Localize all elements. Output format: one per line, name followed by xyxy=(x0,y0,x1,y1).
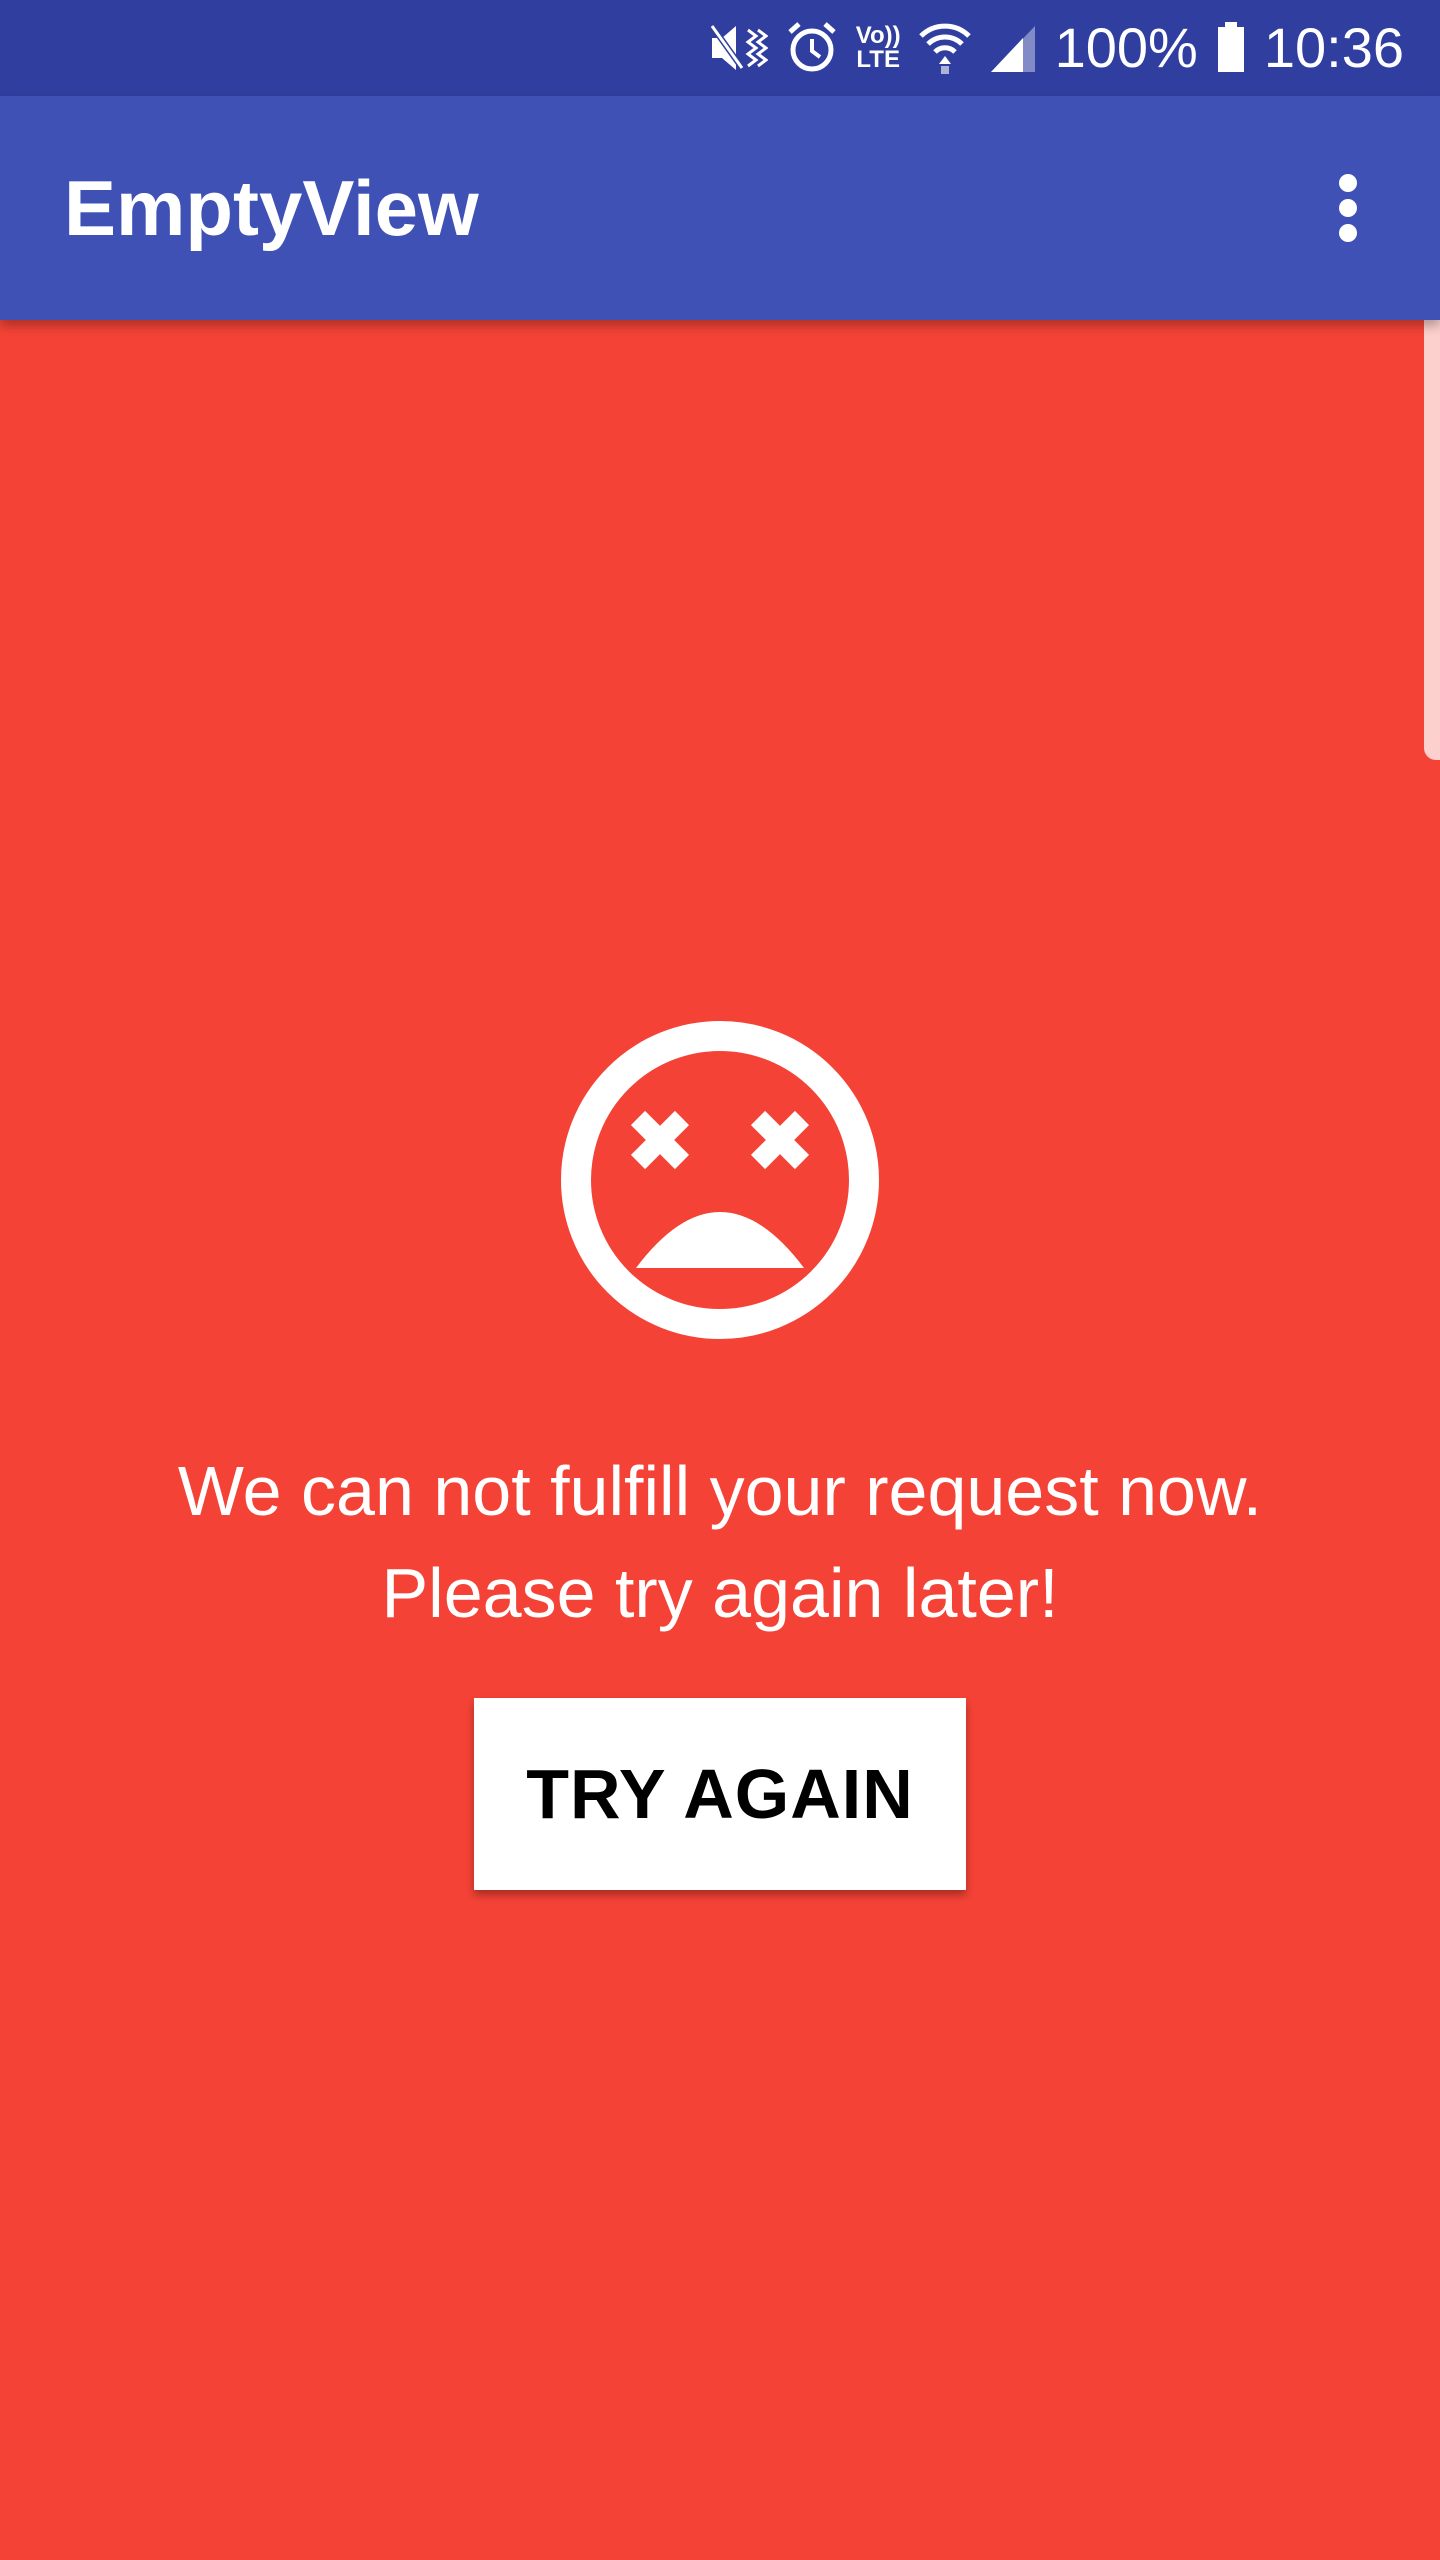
status-clock: 10:36 xyxy=(1263,16,1404,79)
volte-top-text: Vo)) xyxy=(855,22,901,49)
try-again-button[interactable]: TRY AGAIN xyxy=(474,1698,966,1890)
more-vert-icon[interactable] xyxy=(1288,148,1408,268)
error-message-line-1: We can not fulfill your request now. xyxy=(177,1452,1263,1530)
status-bar: Vo)) LTE 100% 10:36 xyxy=(0,0,1440,96)
error-message-line-2: Please try again later! xyxy=(381,1554,1059,1632)
mute-vibrate-icon xyxy=(708,20,768,76)
volte-icon: Vo)) LTE xyxy=(856,24,901,72)
battery-percent: 100% xyxy=(1054,16,1198,79)
sad-face-icon xyxy=(558,1018,882,1342)
battery-icon xyxy=(1216,20,1246,76)
alarm-icon xyxy=(786,20,838,76)
scrollbar[interactable] xyxy=(1424,290,1440,760)
volte-bottom-text: LTE xyxy=(856,46,900,73)
app-title: EmptyView xyxy=(64,164,479,252)
app-bar: EmptyView xyxy=(0,96,1440,320)
error-message: We can not fulfill your request now. Ple… xyxy=(0,1440,1440,1644)
signal-icon xyxy=(989,20,1037,76)
status-icons: Vo)) LTE 100% 10:36 xyxy=(708,0,1404,96)
wifi-icon xyxy=(918,20,971,76)
